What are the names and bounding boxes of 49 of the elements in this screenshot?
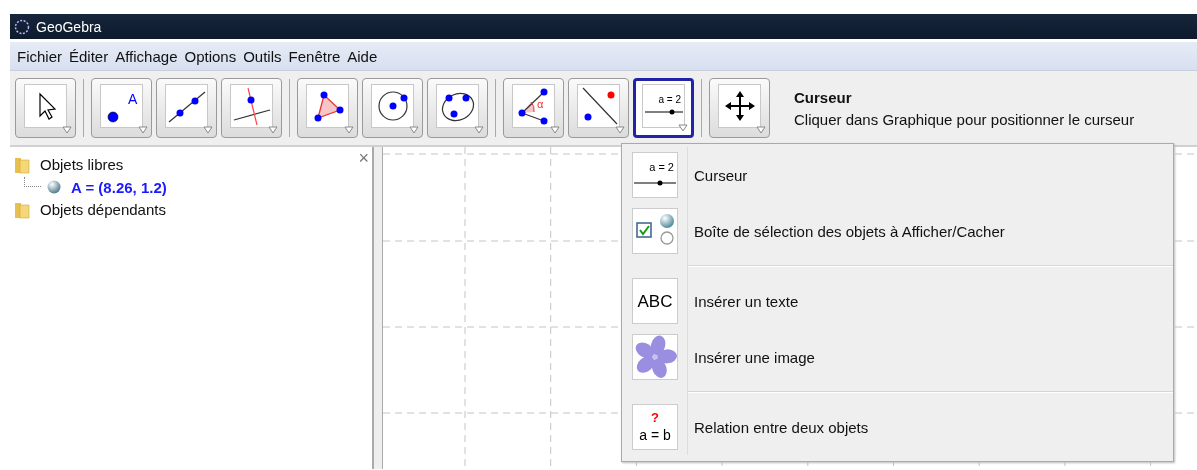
- menu-option[interactable]: Boîte de sélection des objets à Afficher/Cacher: [694, 222, 1005, 240]
- flower-icon: [631, 334, 678, 380]
- object-value[interactable]: A = (8.26, 1.2): [71, 178, 167, 196]
- menu-item[interactable]: Fenêtre: [285, 47, 344, 65]
- caret-icon: [203, 126, 213, 134]
- tree-item[interactable]: Objets dépendants: [40, 201, 166, 218]
- caret-icon: [550, 126, 560, 134]
- caret-icon: [138, 126, 148, 134]
- menu-option[interactable]: Relation entre deux objets: [694, 418, 869, 436]
- folder-icon: [14, 155, 30, 174]
- sphere-icon: [47, 180, 61, 194]
- caret-icon: [409, 126, 419, 134]
- folder-icon: [14, 200, 30, 219]
- app-icon: [14, 18, 30, 35]
- menu-item[interactable]: Fichier: [14, 47, 65, 65]
- tool-button[interactable]: [156, 78, 217, 138]
- tree-item[interactable]: Objets libres: [40, 156, 124, 173]
- text-icon: ABC: [631, 278, 678, 324]
- tool-button[interactable]: [568, 78, 629, 138]
- menu-item[interactable]: Éditer: [66, 47, 112, 65]
- menu-item[interactable]: Aide: [344, 47, 381, 65]
- menu-item[interactable]: Options: [181, 47, 240, 65]
- caret-icon: [474, 126, 484, 134]
- menu-option[interactable]: Curseur: [694, 166, 748, 184]
- tool-button[interactable]: [297, 78, 358, 138]
- caret-icon: [344, 126, 354, 134]
- tool-button[interactable]: [427, 78, 488, 138]
- tool-button[interactable]: A: [91, 78, 152, 138]
- caret-icon: [62, 126, 72, 134]
- tool-button[interactable]: [709, 78, 770, 138]
- menu-item[interactable]: Affichage: [112, 47, 181, 65]
- menu-option[interactable]: Insérer une image: [694, 348, 815, 366]
- caret-icon: [268, 126, 278, 134]
- slider-icon: a = 2: [631, 152, 678, 198]
- menu-item[interactable]: Outils: [240, 47, 285, 65]
- tool-button[interactable]: [362, 78, 423, 138]
- tool-name: Curseur: [794, 88, 853, 106]
- tool-button[interactable]: a = 2: [633, 78, 694, 138]
- relation-icon: ? a = b: [631, 404, 678, 450]
- caret-icon: [756, 126, 766, 134]
- window-title: GeoGebra: [36, 18, 102, 35]
- tool-button[interactable]: α: [503, 78, 564, 138]
- checkbox-icon: [631, 208, 678, 254]
- tool-help-text: Cliquer dans Graphique pour positionner le curseur: [794, 110, 1135, 128]
- close-button[interactable]: ×: [358, 149, 369, 167]
- perpendicular-icon: [231, 86, 272, 126]
- menu-option[interactable]: Insérer un texte: [694, 292, 799, 310]
- caret-icon: [615, 126, 625, 134]
- caret-icon: [678, 124, 688, 132]
